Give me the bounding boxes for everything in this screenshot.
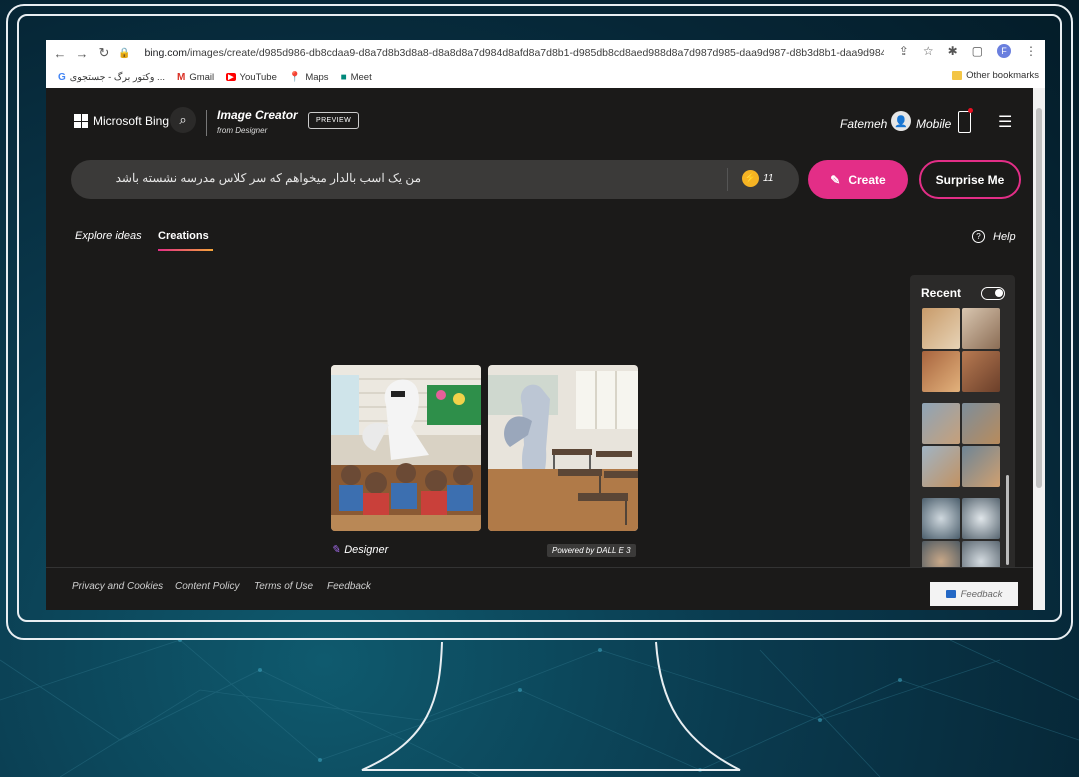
- designer-label: ✎ Designer: [331, 543, 389, 557]
- url-path: /images/create/d985d986-db8cdaa9-d8a7d8b…: [187, 47, 885, 59]
- active-tab-underline: [158, 249, 213, 251]
- designer-icon: ✎: [331, 544, 341, 556]
- kebab-menu-icon[interactable]: ⋮: [1025, 44, 1037, 58]
- google-icon: G: [58, 71, 66, 83]
- footer-link-terms[interactable]: Terms of Use: [254, 581, 313, 592]
- bookmark-youtube[interactable]: ▶ YouTube: [226, 72, 277, 83]
- preview-badge: PREVIEW: [308, 112, 360, 129]
- notification-dot: [968, 108, 973, 113]
- header-divider: [206, 110, 207, 136]
- bookmark-meet[interactable]: ■ Meet: [341, 72, 372, 83]
- recent-toggle[interactable]: [981, 287, 1005, 300]
- other-bookmarks[interactable]: Other bookmarks: [952, 70, 1039, 81]
- bookmark-label: Maps: [305, 71, 329, 83]
- back-arrow-icon[interactable]: ←: [52, 46, 68, 61]
- footer-link-privacy[interactable]: Privacy and Cookies: [72, 581, 163, 592]
- bookmark-google[interactable]: G وکتور برگ - جستجوی ...: [58, 72, 165, 83]
- forward-arrow-icon[interactable]: →: [74, 46, 90, 61]
- recent-thumb-set-1[interactable]: [922, 308, 1000, 392]
- generated-image-2[interactable]: [488, 365, 638, 531]
- help-link[interactable]: ? Help: [972, 230, 1016, 243]
- profile-avatar[interactable]: F: [997, 44, 1011, 58]
- url-host: bing.com: [144, 47, 188, 59]
- footer-link-content-policy[interactable]: Content Policy: [175, 581, 239, 592]
- pegasus-empty-classroom-image: [488, 365, 638, 531]
- reload-icon[interactable]: ↻: [96, 45, 112, 61]
- pegasus-classroom-image: [331, 365, 481, 531]
- sidepanel-icon[interactable]: ▢: [972, 44, 983, 58]
- page-scrollbar-thumb[interactable]: [1036, 108, 1042, 488]
- prompt-input-container[interactable]: من یک اسب بالدار میخواهم که سر کلاس مدرس…: [71, 160, 799, 199]
- feedback-button-label: Feedback: [960, 588, 1003, 600]
- star-icon[interactable]: ☆: [923, 44, 934, 58]
- help-icon: ?: [972, 230, 985, 243]
- page-scrollbar[interactable]: [1033, 88, 1045, 610]
- feedback-icon: [945, 590, 956, 598]
- recent-title: Recent: [921, 286, 962, 300]
- mobile-link[interactable]: Mobile: [916, 117, 951, 131]
- brush-icon: ✎: [830, 172, 841, 187]
- hamburger-menu-icon[interactable]: ☰: [998, 112, 1012, 132]
- bookmark-gmail[interactable]: M Gmail: [177, 72, 214, 83]
- product-subtitle: from Designer: [217, 126, 268, 135]
- bookmark-label: Gmail: [189, 71, 215, 83]
- bookmark-maps[interactable]: 📍 Maps: [289, 72, 329, 83]
- surprise-me-button[interactable]: Surprise Me: [919, 160, 1021, 199]
- bookmark-label: Meet: [350, 71, 372, 83]
- user-name[interactable]: Fatemeh: [840, 117, 887, 131]
- folder-icon: [952, 71, 963, 80]
- bing-image-creator-page: Microsoft Bing ⌕ Image Creator from Desi…: [46, 88, 1033, 610]
- browser-tools: ⇪ ☆ ✱ ▢ F ⋮: [899, 44, 1037, 58]
- generated-image-1[interactable]: [331, 365, 481, 531]
- tab-creations[interactable]: Creations: [158, 230, 213, 251]
- header: Microsoft Bing ⌕ Image Creator from Desi…: [46, 88, 1033, 152]
- product-title[interactable]: Image Creator: [217, 108, 298, 122]
- bookmark-label: وکتور برگ - جستجوی ...: [69, 71, 165, 83]
- search-icon[interactable]: ⌕: [170, 107, 196, 133]
- designer-text: Designer: [344, 543, 389, 556]
- meet-icon: ■: [340, 71, 347, 83]
- user-avatar-icon[interactable]: 👤: [891, 111, 911, 131]
- powered-by-badge: Powered by DALL E 3: [547, 544, 636, 557]
- share-icon[interactable]: ⇪: [899, 44, 909, 58]
- recent-thumb-set-2[interactable]: [922, 403, 1000, 487]
- brand-name: Microsoft Bing: [93, 114, 170, 128]
- browser-window: ← → ↻ 🔒 bing.com/images/create/d985d986-…: [46, 40, 1045, 610]
- recent-scrollbar[interactable]: [1006, 475, 1009, 565]
- prompt-input[interactable]: من یک اسب بالدار میخواهم که سر کلاس مدرس…: [91, 171, 421, 185]
- feedback-button[interactable]: Feedback: [930, 582, 1018, 606]
- create-label: Create: [848, 172, 886, 187]
- url-field[interactable]: bing.com/images/create/d985d986-db8cdaa9…: [144, 47, 884, 59]
- prompt-divider: [727, 168, 728, 191]
- other-bookmarks-label: Other bookmarks: [966, 70, 1039, 81]
- youtube-icon: ▶: [226, 73, 236, 81]
- footer: Privacy and Cookies Content Policy Terms…: [46, 567, 1033, 610]
- create-button[interactable]: ✎ Create: [808, 160, 908, 199]
- footer-link-feedback[interactable]: Feedback: [327, 581, 371, 592]
- extensions-icon[interactable]: ✱: [948, 44, 958, 58]
- boost-coin-icon: ⚡: [742, 170, 759, 187]
- boost-count: 11: [763, 173, 774, 184]
- gmail-icon: M: [176, 71, 186, 83]
- recent-panel: Recent: [910, 275, 1015, 610]
- lock-icon[interactable]: 🔒: [118, 48, 130, 59]
- tab-explore-ideas[interactable]: Explore ideas: [75, 230, 142, 242]
- tab-creations-label: Creations: [158, 230, 209, 242]
- help-label: Help: [993, 230, 1016, 243]
- bookmarks-bar: G وکتور برگ - جستجوی ... M Gmail ▶ YouTube …: [46, 66, 1045, 89]
- bing-logo[interactable]: Microsoft Bing: [74, 114, 169, 128]
- bookmark-label: YouTube: [239, 71, 277, 83]
- windows-logo-icon: [74, 114, 88, 128]
- address-bar-row: ← → ↻ 🔒 bing.com/images/create/d985d986-…: [46, 40, 1045, 66]
- phone-icon[interactable]: [958, 111, 971, 133]
- maps-icon: 📍: [288, 71, 302, 83]
